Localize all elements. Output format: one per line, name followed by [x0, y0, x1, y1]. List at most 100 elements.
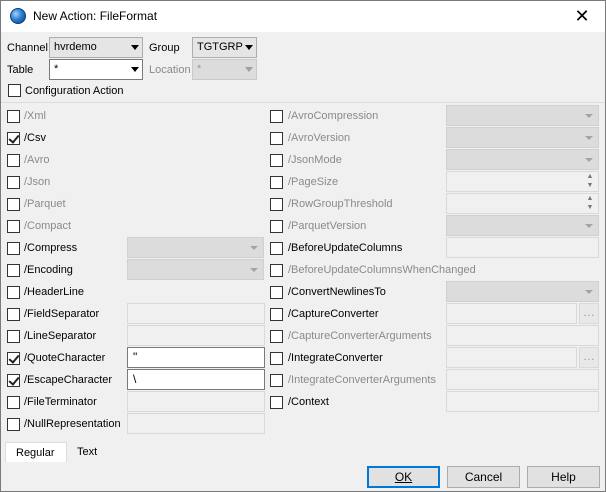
param-input-fieldseparator[interactable] — [127, 303, 265, 324]
param-label-escapecharacter: /EscapeCharacter — [24, 374, 113, 386]
param-checkbox-jsonmode[interactable] — [270, 154, 283, 167]
param-dropdown-compress[interactable] — [127, 237, 264, 258]
param-label-encoding: /Encoding — [24, 264, 73, 276]
spin-down-icon[interactable]: ▼ — [583, 203, 597, 212]
param-label-beforeupdatecolumnswhenchanged: /BeforeUpdateColumnsWhenChanged — [288, 264, 476, 276]
param-input-beforeupdatecolumns[interactable] — [446, 237, 599, 258]
action-scope-panel: Channel hvrdemo Group TGTGRP Table * Loc… — [5, 34, 601, 101]
table-select[interactable]: * — [49, 59, 143, 80]
param-checkbox-fileterminator[interactable] — [7, 396, 20, 409]
config-action-checkbox[interactable] — [8, 84, 21, 97]
param-checkbox-avroversion[interactable] — [270, 132, 283, 145]
param-checkbox-parquetversion[interactable] — [270, 220, 283, 233]
cancel-button[interactable]: Cancel — [447, 466, 520, 488]
chevron-down-icon — [250, 268, 258, 272]
ok-button[interactable]: OK — [367, 466, 440, 488]
param-label-pagesize: /PageSize — [288, 176, 339, 188]
param-checkbox-avro[interactable] — [7, 154, 20, 167]
spin-up-icon[interactable]: ▲ — [583, 172, 597, 181]
param-label-parquet: /Parquet — [24, 198, 66, 210]
param-checkbox-quotecharacter[interactable] — [7, 352, 20, 365]
param-label-context: /Context — [288, 396, 329, 408]
ellipsis-browse-button[interactable]: … — [579, 347, 599, 368]
param-checkbox-captureconverterarguments[interactable] — [270, 330, 283, 343]
chevron-down-icon — [585, 158, 593, 162]
param-dropdown-avroversion[interactable] — [446, 127, 599, 148]
param-checkbox-escapecharacter[interactable] — [7, 374, 20, 387]
param-dropdown-encoding[interactable] — [127, 259, 264, 280]
group-select[interactable]: TGTGRP — [192, 37, 257, 58]
param-checkbox-convertnewlinesto[interactable] — [270, 286, 283, 299]
param-checkbox-compact[interactable] — [7, 220, 20, 233]
channel-select[interactable]: hvrdemo — [49, 37, 143, 58]
param-checkbox-context[interactable] — [270, 396, 283, 409]
param-input-integrateconverterarguments[interactable] — [446, 369, 599, 390]
param-label-avro: /Avro — [24, 154, 50, 166]
param-checkbox-fieldseparator[interactable] — [7, 308, 20, 321]
param-dropdown-avrocompression[interactable] — [446, 105, 599, 126]
spin-down-icon[interactable]: ▼ — [583, 181, 597, 190]
location-label: Location — [149, 64, 191, 76]
param-checkbox-captureconverter[interactable] — [270, 308, 283, 321]
ok-label: OK — [394, 470, 413, 484]
param-label-headerline: /HeaderLine — [24, 286, 84, 298]
param-dropdown-parquetversion[interactable] — [446, 215, 599, 236]
param-input-integrateconverter[interactable] — [446, 347, 577, 368]
tab-regular[interactable]: Regular — [5, 442, 67, 462]
tab-text[interactable]: Text — [67, 442, 107, 462]
param-label-captureconverter: /CaptureConverter — [288, 308, 379, 320]
param-checkbox-avrocompression[interactable] — [270, 110, 283, 123]
param-checkbox-compress[interactable] — [7, 242, 20, 255]
param-label-beforeupdatecolumns: /BeforeUpdateColumns — [288, 242, 403, 254]
param-spinner-rowgroupthreshold[interactable]: ▲ ▼ — [446, 193, 599, 214]
param-input-context[interactable] — [446, 391, 599, 412]
dialog-window: New Action: FileFormat ✕ Channel hvrdemo… — [0, 0, 606, 492]
param-input-nullrepresentation[interactable] — [127, 413, 265, 434]
param-label-avrocompression: /AvroCompression — [288, 110, 379, 122]
param-input-lineseparator[interactable] — [127, 325, 265, 346]
param-input-captureconverter[interactable] — [446, 303, 577, 324]
param-label-quotecharacter: /QuoteCharacter — [24, 352, 106, 364]
location-value: * — [197, 63, 202, 75]
param-label-nullrepresentation: /NullRepresentation — [24, 418, 121, 430]
param-label-xml: /Xml — [24, 110, 46, 122]
param-checkbox-integrateconverter[interactable] — [270, 352, 283, 365]
param-checkbox-nullrepresentation[interactable] — [7, 418, 20, 431]
group-value: TGTGRP — [197, 41, 243, 53]
cancel-label: Cancel — [464, 470, 503, 484]
param-checkbox-encoding[interactable] — [7, 264, 20, 277]
param-checkbox-json[interactable] — [7, 176, 20, 189]
param-dropdown-jsonmode[interactable] — [446, 149, 599, 170]
param-label-avroversion: /AvroVersion — [288, 132, 351, 144]
param-checkbox-rowgroupthreshold[interactable] — [270, 198, 283, 211]
chevron-down-icon — [131, 67, 139, 72]
chevron-down-icon — [131, 45, 139, 50]
help-button[interactable]: Help — [527, 466, 600, 488]
param-checkbox-beforeupdatecolumnswhenchanged[interactable] — [270, 264, 283, 277]
param-checkbox-lineseparator[interactable] — [7, 330, 20, 343]
param-dropdown-convertnewlinesto[interactable] — [446, 281, 599, 302]
param-input-quotecharacter[interactable]: " — [127, 347, 265, 368]
param-checkbox-integrateconverterarguments[interactable] — [270, 374, 283, 387]
param-input-escapecharacter[interactable]: \ — [127, 369, 265, 390]
param-checkbox-parquet[interactable] — [7, 198, 20, 211]
location-select: * — [192, 59, 257, 80]
param-checkbox-beforeupdatecolumns[interactable] — [270, 242, 283, 255]
param-checkbox-headerline[interactable] — [7, 286, 20, 299]
param-label-convertnewlinesto: /ConvertNewlinesTo — [288, 286, 386, 298]
close-icon[interactable]: ✕ — [559, 1, 605, 32]
param-checkbox-pagesize[interactable] — [270, 176, 283, 189]
param-label-rowgroupthreshold: /RowGroupThreshold — [288, 198, 393, 210]
chevron-down-icon — [245, 45, 253, 50]
param-input-captureconverterarguments[interactable] — [446, 325, 599, 346]
chevron-down-icon — [250, 246, 258, 250]
param-spinner-pagesize[interactable]: ▲ ▼ — [446, 171, 599, 192]
channel-label: Channel — [7, 42, 48, 54]
window-title: New Action: FileFormat — [33, 9, 158, 23]
spin-up-icon[interactable]: ▲ — [583, 194, 597, 203]
param-checkbox-xml[interactable] — [7, 110, 20, 123]
param-checkbox-csv[interactable] — [7, 132, 20, 145]
ellipsis-browse-button[interactable]: … — [579, 303, 599, 324]
param-label-jsonmode: /JsonMode — [288, 154, 342, 166]
param-input-fileterminator[interactable] — [127, 391, 265, 412]
